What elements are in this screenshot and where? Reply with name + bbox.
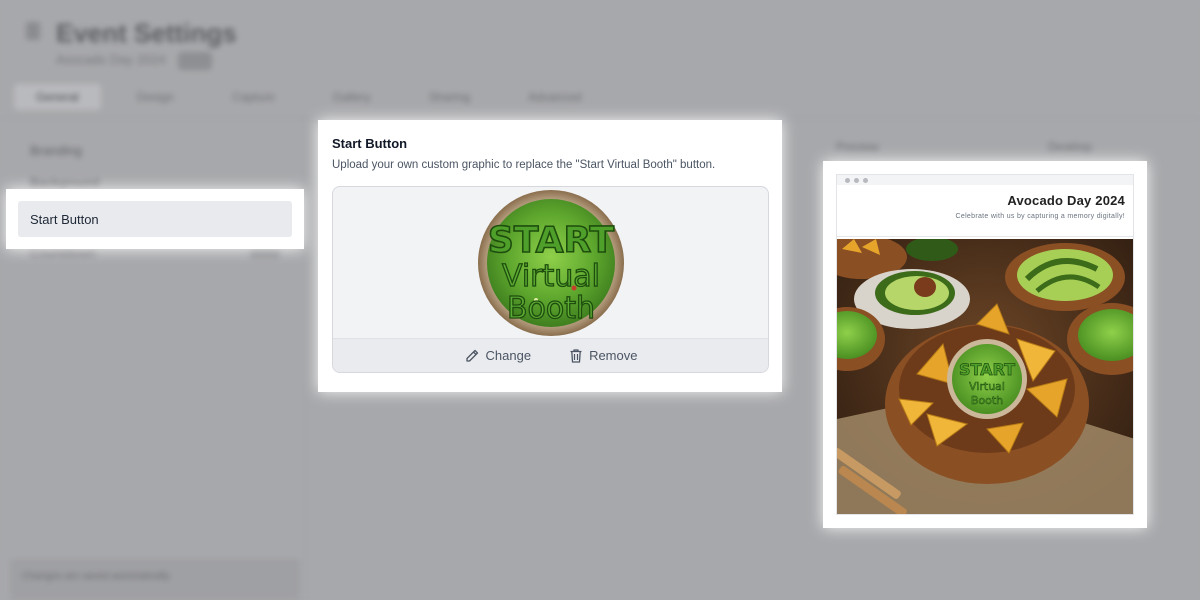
tab-design[interactable]: Design	[115, 84, 196, 110]
change-button[interactable]: Change	[464, 348, 532, 364]
event-subtitle: Celebrate with us by capturing a memory …	[955, 213, 1125, 220]
sidebar-highlight: Start Button	[12, 195, 298, 243]
sidebar-item-start-button[interactable]: Start Button	[18, 201, 292, 237]
window-dot-icon	[845, 177, 850, 183]
start-button-graphic: START Virtual Booth	[477, 190, 624, 336]
settings-tabs: General Design Capture Gallery Sharing A…	[14, 84, 618, 110]
preview-label: Preview	[836, 140, 879, 154]
graphic-line-2: Virtual	[501, 259, 599, 294]
event-background-photo: START Virtual Booth	[837, 239, 1133, 514]
window-dot-icon	[854, 177, 859, 183]
header-divider	[0, 118, 1200, 119]
remove-button[interactable]: Remove	[569, 348, 637, 364]
window-dot-icon	[863, 177, 868, 183]
remove-label: Remove	[589, 348, 638, 363]
mini-graphic-line-3: Booth	[971, 394, 1003, 407]
page-title: Event Settings	[56, 18, 237, 48]
card-title: Start Button	[332, 136, 408, 151]
sidebar-item-countdown[interactable]: Countdown	[30, 245, 96, 260]
sidebar-item-background[interactable]: Background	[30, 175, 99, 190]
browser-titlebar	[837, 175, 1133, 185]
graphic-preview-area: START Virtual Booth	[333, 187, 768, 339]
change-label: Change	[485, 348, 532, 363]
event-header: Avocado Day 2024 Celebrate with us by ca…	[837, 185, 1133, 237]
page-subtitle: Avocado Day 2024	[56, 52, 166, 67]
start-button-card: Start Button Upload your own custom grap…	[324, 126, 776, 386]
pencil-icon	[465, 349, 478, 362]
graphic-action-bar: Change Remove	[333, 338, 768, 372]
sidebar-item-label: Start Button	[30, 211, 99, 227]
mini-graphic-line-1: START	[959, 360, 1015, 379]
tab-general[interactable]: General	[14, 84, 101, 110]
booth-preview: Avocado Day 2024 Celebrate with us by ca…	[829, 167, 1141, 522]
trash-icon	[570, 348, 582, 363]
event-title: Avocado Day 2024	[1007, 193, 1125, 208]
sidebar-badge	[250, 248, 280, 258]
footer-text: Changes are saved automatically	[22, 571, 170, 582]
back-arrow-icon	[26, 22, 40, 40]
status-badge	[178, 52, 212, 70]
mini-graphic-line-2: Virtual	[969, 380, 1005, 393]
device-select[interactable]: Desktop	[1048, 140, 1092, 154]
graphic-line-1: START	[487, 220, 614, 261]
sidebar-divider	[305, 120, 306, 600]
sidebar-item-branding[interactable]: Branding	[30, 143, 82, 158]
card-description: Upload your own custom graphic to replac…	[332, 159, 716, 171]
tab-advanced[interactable]: Advanced	[506, 84, 603, 110]
page-header: Event Settings Avocado Day 2024 General …	[0, 0, 1200, 120]
upload-preview-box: START Virtual Booth Change Remove	[332, 186, 769, 373]
graphic-line-3: Booth	[506, 291, 594, 326]
tab-gallery[interactable]: Gallery	[311, 84, 393, 110]
tab-sharing[interactable]: Sharing	[407, 84, 492, 110]
preview-browser-window: Avocado Day 2024 Celebrate with us by ca…	[836, 174, 1134, 515]
tab-capture[interactable]: Capture	[210, 84, 297, 110]
sidebar-footer: Changes are saved automatically	[10, 560, 300, 600]
